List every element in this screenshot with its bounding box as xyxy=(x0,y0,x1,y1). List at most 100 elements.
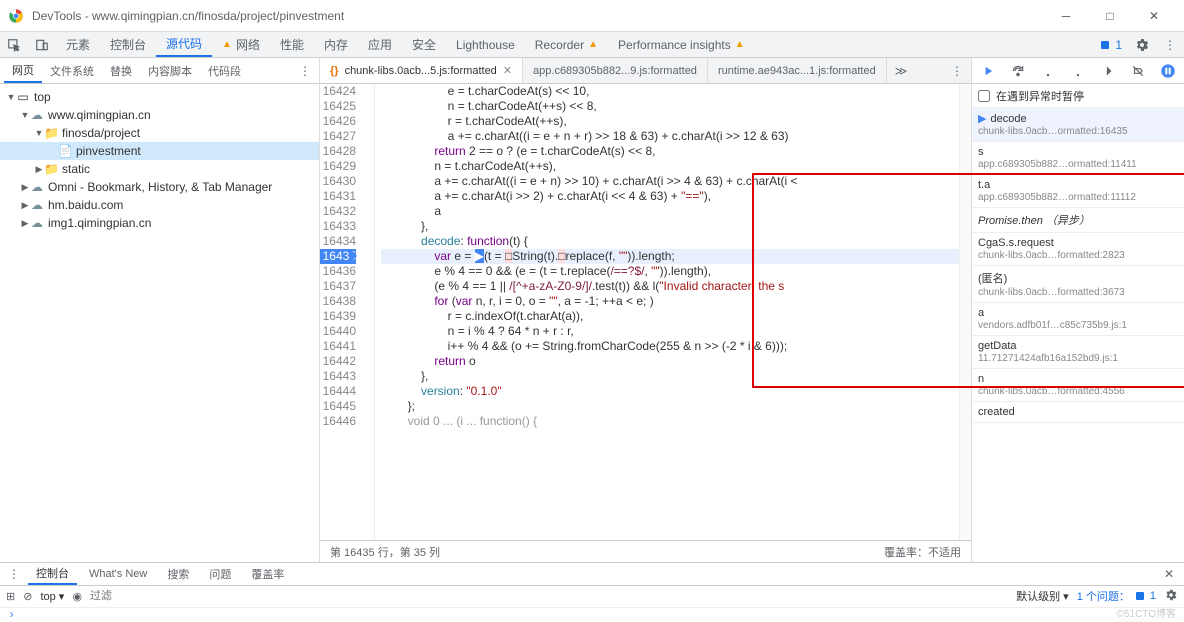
issues-indicator[interactable]: 1 xyxy=(1093,32,1128,57)
tab-network[interactable]: ▲网络 xyxy=(212,32,270,57)
nav-more-icon[interactable]: ⋮ xyxy=(291,64,319,78)
editor-statusbar: 第 16435 行，第 35 列 覆盖率：不适用 xyxy=(320,540,971,562)
drawer-tab-search[interactable]: 搜索 xyxy=(159,563,197,585)
tree-item[interactable]: ▼▭top xyxy=(0,88,319,106)
warning-dot-icon: ▲ xyxy=(222,39,232,50)
drawer-issues-badge[interactable]: 1 个问题：1 xyxy=(1077,588,1156,604)
stack-frame[interactable]: nchunk-libs.0acb…formatted:4556 xyxy=(972,369,1184,402)
device-toolbar-icon[interactable] xyxy=(28,32,56,57)
tree-item[interactable]: ▶☁hm.baidu.com xyxy=(0,196,319,214)
pause-exceptions-label: 在遇到异常时暂停 xyxy=(996,88,1084,104)
drawer-tab-coverage[interactable]: 覆盖率 xyxy=(243,563,292,585)
inspect-element-icon[interactable] xyxy=(0,32,28,57)
drawer-tab-issues[interactable]: 问题 xyxy=(201,563,239,585)
nav-tab-snippets[interactable]: 代码段 xyxy=(200,58,249,83)
file-tree: ▼▭top▼☁www.qimingpian.cn▼📁finosda/projec… xyxy=(0,84,319,562)
live-expression-icon[interactable]: ◉ xyxy=(72,590,82,603)
close-window-button[interactable]: ✕ xyxy=(1132,2,1176,30)
tree-item[interactable]: ▶☁img1.qimingpian.cn xyxy=(0,214,319,232)
debugger-pane: 在遇到异常时暂停 ▶decodechunk-libs.0acb…ormatted… xyxy=(972,58,1184,562)
console-settings-icon[interactable] xyxy=(1164,588,1178,605)
editor-tab-0[interactable]: {}chunk-libs.0acb...5.js:formatted✕ xyxy=(320,58,523,83)
preview-badge-icon: ▲ xyxy=(735,39,745,50)
settings-icon[interactable] xyxy=(1128,32,1156,57)
tab-console[interactable]: 控制台 xyxy=(100,32,156,57)
call-stack: ▶decodechunk-libs.0acb…ormatted:16435sap… xyxy=(972,108,1184,562)
titlebar: DevTools - www.qimingpian.cn/finosda/pro… xyxy=(0,0,1184,32)
navigator-pane: 网页 文件系统 替换 内容脚本 代码段 ⋮ ▼▭top▼☁www.qimingp… xyxy=(0,58,320,562)
step-button[interactable] xyxy=(1093,58,1122,83)
drawer-tab-console[interactable]: 控制台 xyxy=(28,563,77,585)
console-clear-icon[interactable]: ⊘ xyxy=(23,590,32,603)
console-sidebar-icon[interactable]: ⊞ xyxy=(6,590,15,603)
preview-badge-icon: ▲ xyxy=(588,39,598,50)
resume-button[interactable] xyxy=(974,58,1003,83)
maximize-button[interactable]: □ xyxy=(1088,2,1132,30)
cursor-position: 第 16435 行，第 35 列 xyxy=(330,544,440,560)
line-gutter[interactable]: 1642416425164261642716428164291643016431… xyxy=(320,84,375,540)
coverage-label: 覆盖率：不适用 xyxy=(884,544,961,560)
deactivate-breakpoints-button[interactable] xyxy=(1123,58,1152,83)
drawer-tab-whatsnew[interactable]: What's New xyxy=(81,563,155,585)
editor-more-icon[interactable]: ≫ xyxy=(887,64,916,78)
editor-tab-2[interactable]: runtime.ae943ac...1.js:formatted xyxy=(708,58,887,83)
pause-on-exceptions-row: 在遇到异常时暂停 xyxy=(972,84,1184,108)
stack-frame[interactable]: (匿名)chunk-libs.0acb…formatted:3673 xyxy=(972,266,1184,303)
drawer-menu-icon[interactable]: ⋮ xyxy=(4,567,24,581)
main-tabs: 元素 控制台 源代码 ▲网络 性能 内存 应用 安全 Lighthouse Re… xyxy=(0,32,1184,58)
editor-tab-1[interactable]: app.c689305b882...9.js:formatted xyxy=(523,58,708,83)
context-selector[interactable]: top ▾ xyxy=(40,590,64,603)
stack-frame[interactable]: avendors.adfb01f…c85c735b9.js:1 xyxy=(972,303,1184,336)
code-content[interactable]: e = t.charCodeAt(s) << 10, n = t.charCod… xyxy=(375,84,971,540)
navigator-tabs: 网页 文件系统 替换 内容脚本 代码段 ⋮ xyxy=(0,58,319,84)
tree-item[interactable]: 📄pinvestment xyxy=(0,142,319,160)
tab-lighthouse[interactable]: Lighthouse xyxy=(446,32,525,57)
tab-security[interactable]: 安全 xyxy=(402,32,446,57)
console-filter-input[interactable] xyxy=(90,587,545,605)
stack-frame[interactable]: t.aapp.c689305b882…ormatted:11112 xyxy=(972,175,1184,208)
tree-item[interactable]: ▶☁Omni - Bookmark, History, & Tab Manage… xyxy=(0,178,319,196)
tree-item[interactable]: ▼☁www.qimingpian.cn xyxy=(0,106,319,124)
tab-recorder[interactable]: Recorder ▲ xyxy=(525,32,608,57)
devtools-icon xyxy=(8,8,24,24)
step-over-button[interactable] xyxy=(1004,58,1033,83)
editor-pane: {}chunk-libs.0acb...5.js:formatted✕ app.… xyxy=(320,58,972,562)
minimize-button[interactable]: ─ xyxy=(1044,2,1088,30)
stack-frame[interactable]: sapp.c689305b882…ormatted:11411 xyxy=(972,142,1184,175)
tab-application[interactable]: 应用 xyxy=(358,32,402,57)
nav-tab-filesystem[interactable]: 文件系统 xyxy=(42,58,102,83)
tab-sources[interactable]: 源代码 xyxy=(156,32,212,57)
tab-memory[interactable]: 内存 xyxy=(314,32,358,57)
editor-tabs: {}chunk-libs.0acb...5.js:formatted✕ app.… xyxy=(320,58,971,84)
pause-button[interactable] xyxy=(1153,58,1182,83)
step-into-button[interactable] xyxy=(1034,58,1063,83)
stack-frame[interactable]: CgaS.s.requestchunk-libs.0acb…formatted:… xyxy=(972,233,1184,266)
tab-performance[interactable]: 性能 xyxy=(270,32,314,57)
debug-toolbar xyxy=(972,58,1184,84)
step-out-button[interactable] xyxy=(1064,58,1093,83)
js-file-icon: {} xyxy=(330,65,339,77)
tree-item[interactable]: ▼📁finosda/project xyxy=(0,124,319,142)
drawer-tabs: ⋮ 控制台 What's New 搜索 问题 覆盖率 ✕ xyxy=(0,563,1184,586)
close-icon[interactable]: ✕ xyxy=(503,64,512,77)
log-level-selector[interactable]: 默认级别 ▾ xyxy=(1016,588,1069,604)
nav-tab-page[interactable]: 网页 xyxy=(4,58,42,83)
stack-frame[interactable]: getData11.71271424afb16a152bd9.js:1 xyxy=(972,336,1184,369)
more-menu-icon[interactable]: ⋮ xyxy=(1156,32,1184,57)
console-prompt[interactable]: › xyxy=(0,608,1184,622)
tree-item[interactable]: ▶📁static xyxy=(0,160,319,178)
tab-perfinsights[interactable]: Performance insights ▲ xyxy=(608,32,755,57)
editor-menu-icon[interactable]: ⋮ xyxy=(943,64,971,78)
stack-frame[interactable]: ▶decodechunk-libs.0acb…ormatted:16435 xyxy=(972,108,1184,142)
drawer-close-icon[interactable]: ✕ xyxy=(1158,567,1180,581)
console-toolbar: ⊞ ⊘ top ▾ ◉ 默认级别 ▾ 1 个问题：1 xyxy=(0,586,1184,609)
stack-frame[interactable]: Promise.then （异步） xyxy=(972,208,1184,233)
nav-tab-overrides[interactable]: 替换 xyxy=(102,58,140,83)
code-editor[interactable]: 1642416425164261642716428164291643016431… xyxy=(320,84,971,540)
window-title: DevTools - www.qimingpian.cn/finosda/pro… xyxy=(32,9,1044,23)
stack-frame[interactable]: created xyxy=(972,402,1184,423)
nav-tab-contentscripts[interactable]: 内容脚本 xyxy=(140,58,200,83)
tab-elements[interactable]: 元素 xyxy=(56,32,100,57)
pause-exceptions-checkbox[interactable] xyxy=(978,90,990,102)
overview-ruler[interactable] xyxy=(959,84,971,540)
